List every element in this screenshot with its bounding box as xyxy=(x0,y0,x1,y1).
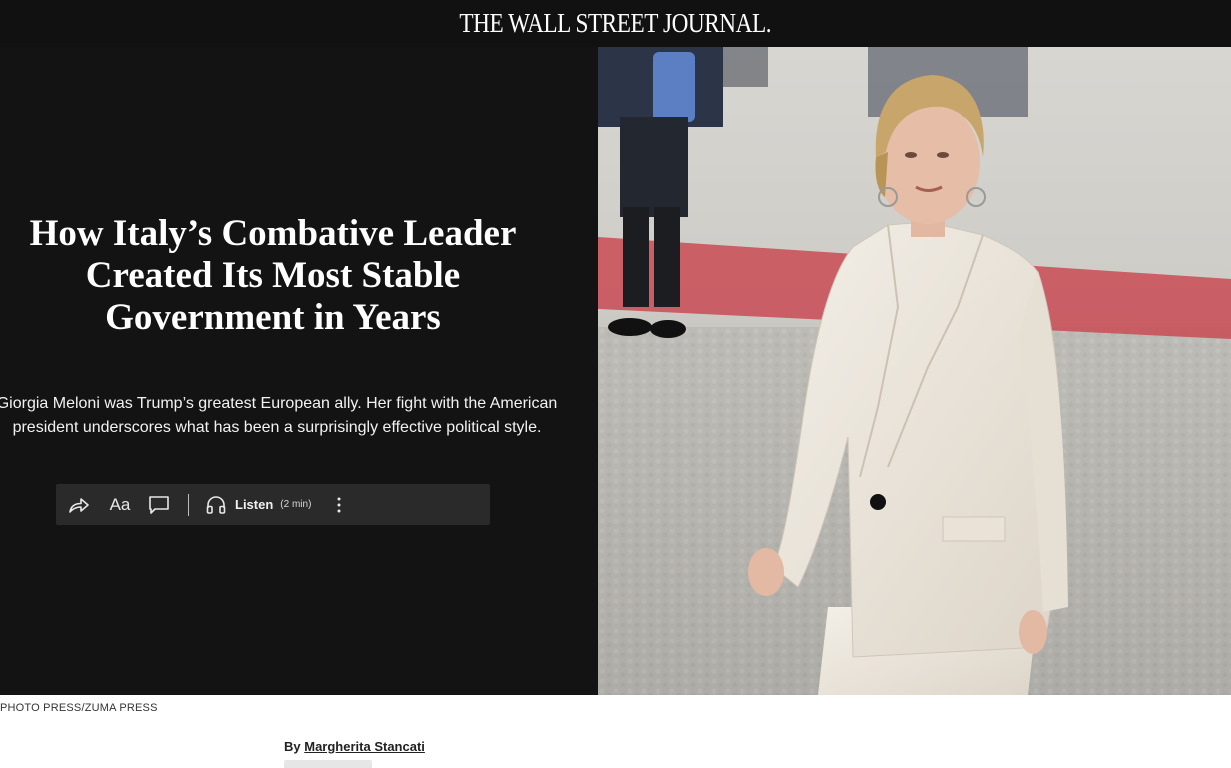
article-hero-photo xyxy=(598,47,1231,695)
article-hero: How Italy’s Combative Leader Created Its… xyxy=(0,47,1231,695)
follow-author-button[interactable] xyxy=(284,760,372,768)
hero-photo-illustration xyxy=(598,47,1231,695)
article-headline: How Italy’s Combative Leader Created Its… xyxy=(29,213,517,338)
headphones-icon xyxy=(205,495,227,515)
more-vertical-icon xyxy=(336,496,342,514)
toolbar-divider xyxy=(188,493,189,516)
listen-duration: (2 min) xyxy=(280,499,312,510)
listen-label: Listen xyxy=(235,497,274,512)
site-logo[interactable]: THE WALL STREET JOURNAL. xyxy=(460,8,772,39)
share-icon xyxy=(68,496,90,514)
text-size-button[interactable]: Aa xyxy=(108,484,132,525)
article-toolbar: Aa Listen (2 min) xyxy=(56,484,490,525)
more-options-button[interactable] xyxy=(331,484,347,525)
share-button[interactable] xyxy=(68,484,90,525)
author-link[interactable]: Margherita Stancati xyxy=(304,739,425,754)
comment-icon xyxy=(148,495,170,515)
photo-credit: PHOTO PRESS/ZUMA PRESS xyxy=(0,702,158,714)
listen-button[interactable]: Listen (2 min) xyxy=(205,484,311,525)
comments-button[interactable] xyxy=(148,484,170,525)
site-header: THE WALL STREET JOURNAL. xyxy=(0,0,1231,47)
hero-text-panel: How Italy’s Combative Leader Created Its… xyxy=(0,47,598,695)
text-size-label: Aa xyxy=(109,494,131,514)
article-summary: Giorgia Meloni was Trump’s greatest Euro… xyxy=(0,395,558,436)
byline: By Margherita Stancati xyxy=(284,739,425,754)
byline-prefix: By xyxy=(284,739,301,754)
